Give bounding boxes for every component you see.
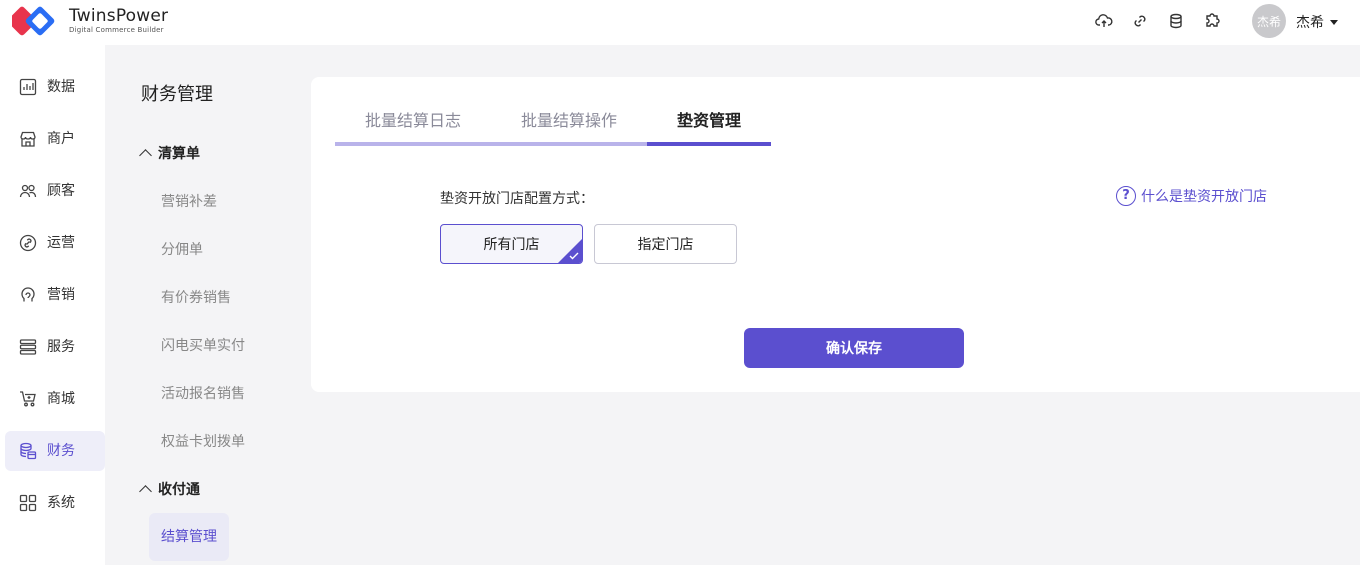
operation-icon [19,234,37,252]
cart-icon [20,391,36,407]
chevron-up-icon [139,149,152,162]
users-icon [19,184,37,198]
nav-item-label: 运营 [47,235,75,251]
top-header: TwinsPower Digital Commerce Builder 杰希 杰… [0,0,1360,45]
nav-item-finance[interactable]: 财务 [5,431,105,471]
nav-item-customer[interactable]: 顾客 [5,171,105,211]
nav-item-operation[interactable]: 运营 [5,223,105,263]
avatar[interactable]: 杰希 [1252,4,1286,38]
nav-item-label: 商户 [47,131,75,147]
nav-item-label: 数据 [47,79,75,95]
brand-name: TwinsPower [69,6,169,26]
nav-item-label: 商城 [47,391,75,407]
config-label: 垫资开放门店配置方式： [440,191,594,207]
marketing-icon [21,287,35,302]
main-card: 批量结算日志 批量结算操作 垫资管理 垫资开放门店配置方式： ? 什么是垫资开放… [311,77,1360,392]
secondary-sidebar: 财务管理 清算单 营销补差 分佣单 有价券销售 闪电买单实付 活动报名销售 权益… [105,45,311,565]
finance-icon [20,442,37,460]
nav-item-service[interactable]: 服务 [5,327,105,367]
help-link[interactable]: ? 什么是垫资开放门店 [1116,186,1267,206]
twinspower-logo-icon[interactable] [12,4,62,38]
group-payment[interactable]: 收付通 [139,479,200,499]
username: 杰希 [1296,15,1324,31]
caret-down-icon [1330,19,1338,25]
subnav-item[interactable]: 有价券销售 [161,287,231,307]
subnav-item-settlement[interactable]: 结算管理 [149,513,229,561]
tab-underline-inactive [335,142,647,146]
option-all-stores[interactable]: 所有门店 [440,224,583,264]
nav-item-label: 营销 [47,287,75,303]
tab-batch-operation[interactable]: 批量结算操作 [521,107,617,131]
group-label: 收付通 [158,482,200,498]
nav-item-data[interactable]: 数据 [5,67,105,107]
tab-underline-active [647,142,771,146]
chevron-up-icon [139,485,152,498]
nav-item-label: 服务 [47,339,75,355]
tab-batch-log[interactable]: 批量结算日志 [365,107,461,131]
nav-item-label: 顾客 [47,183,75,199]
tab-advance-management[interactable]: 垫资管理 [677,107,741,131]
tab-bar: 批量结算日志 批量结算操作 垫资管理 [335,77,771,146]
question-circle-icon: ? [1116,186,1136,206]
service-icon [19,339,37,355]
user-menu[interactable]: 杰希 [1296,12,1338,32]
subnav-item[interactable]: 分佣单 [161,239,203,259]
option-label: 指定门店 [637,237,694,253]
option-specified-stores[interactable]: 指定门店 [594,224,737,264]
subnav-item[interactable]: 活动报名销售 [161,383,245,403]
group-label: 清算单 [158,146,200,162]
database-icon[interactable] [1166,11,1186,31]
store-icon [20,131,36,147]
primary-sidebar: 数据 商户 顾客 运营 营销 服务 商城 财务 系统 [0,45,105,565]
subnav-item[interactable]: 营销补差 [161,191,217,211]
help-text: 什么是垫资开放门店 [1141,189,1267,205]
link-icon[interactable] [1130,11,1150,31]
subnav-item[interactable]: 闪电买单实付 [161,335,245,355]
option-label: 所有门店 [483,237,540,253]
nav-item-merchant[interactable]: 商户 [5,119,105,159]
nav-item-mall[interactable]: 商城 [5,379,105,419]
subnav-item[interactable]: 权益卡划拨单 [161,431,245,451]
nav-item-label: 系统 [47,495,75,511]
brand-subtitle: Digital Commerce Builder [69,26,164,34]
grid-icon [19,494,37,512]
nav-item-label: 财务 [47,443,75,459]
check-icon [569,252,579,260]
save-button[interactable]: 确认保存 [744,328,964,368]
puzzle-icon[interactable] [1202,11,1222,31]
group-clearing[interactable]: 清算单 [139,143,200,163]
brand: TwinsPower Digital Commerce Builder [69,6,168,34]
chart-icon [19,78,37,96]
nav-item-system[interactable]: 系统 [5,483,105,523]
subnav-title: 财务管理 [141,84,213,105]
nav-item-marketing[interactable]: 营销 [5,275,105,315]
cloud-upload-icon[interactable] [1094,11,1114,31]
